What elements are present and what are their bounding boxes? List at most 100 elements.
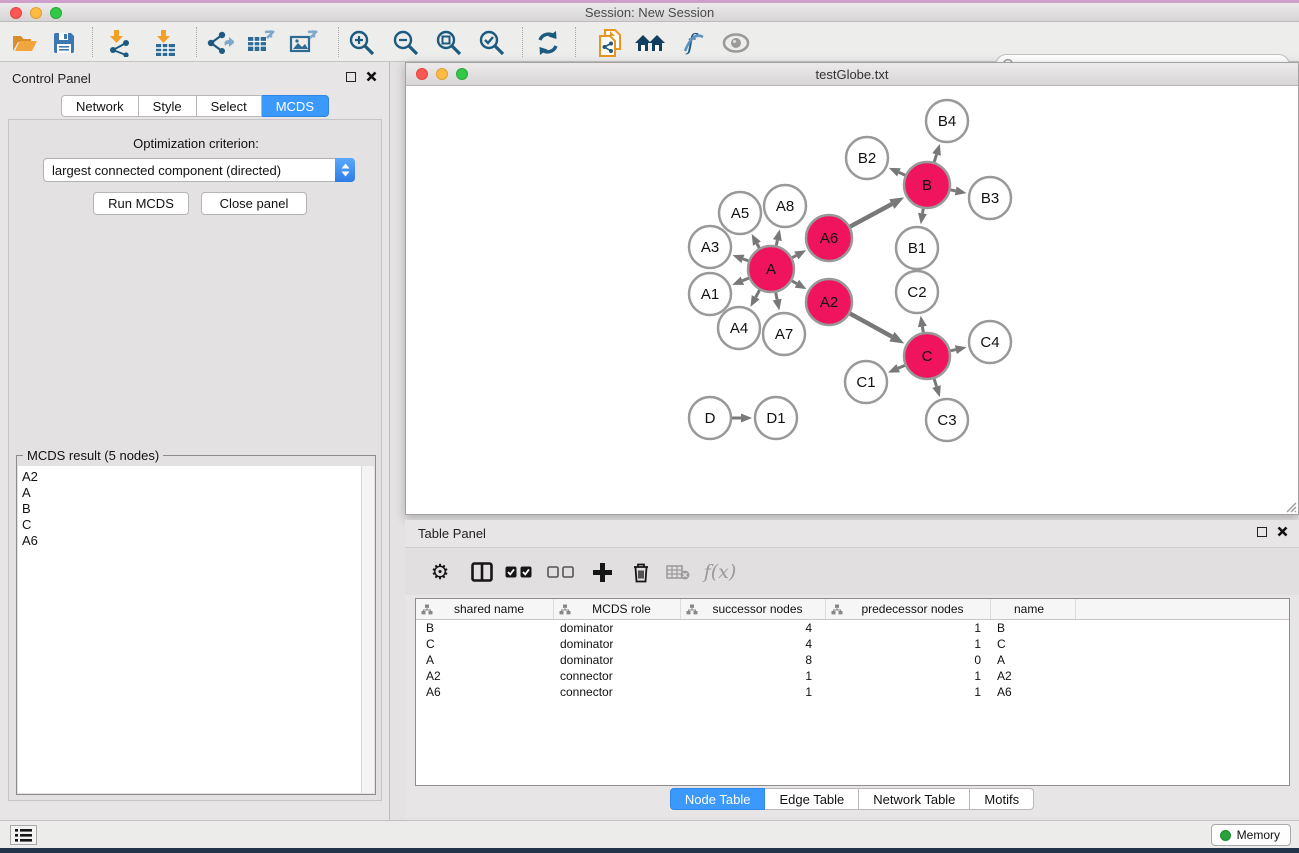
zoom-out-icon[interactable]	[388, 26, 424, 60]
table-cell[interactable]: A6	[416, 685, 554, 699]
table-row[interactable]: Bdominator41B	[416, 620, 1289, 636]
graph-edge[interactable]	[757, 244, 759, 248]
graph-edge[interactable]	[922, 327, 923, 333]
table-cell[interactable]: 8	[681, 653, 826, 667]
graph-edge[interactable]	[850, 204, 892, 227]
column-header[interactable]: predecessor nodes	[826, 599, 991, 619]
mcds-result-list[interactable]: A2ABCA6	[18, 466, 362, 793]
table-cell[interactable]: A2	[416, 669, 554, 683]
table-cell[interactable]: C	[991, 637, 1076, 651]
tab-select[interactable]: Select	[197, 95, 262, 117]
table-cell[interactable]: B	[416, 621, 554, 635]
column-header[interactable]: name	[991, 599, 1076, 619]
node-table[interactable]: shared nameMCDS rolesuccessor nodesprede…	[415, 598, 1290, 786]
graph-edge[interactable]	[934, 154, 936, 162]
memory-button[interactable]: Memory	[1211, 824, 1291, 846]
close-panel-icon[interactable]	[366, 71, 377, 82]
export-table-icon[interactable]	[243, 26, 279, 60]
table-cell[interactable]: 1	[681, 669, 826, 683]
tab-edge-table[interactable]: Edge Table	[765, 788, 859, 810]
home-icon[interactable]	[632, 26, 668, 60]
network-graph[interactable]: B4B2BB3A8A5A6A3B1AC2A1A2A4A7C4CC1DD1C3	[407, 86, 1297, 514]
table-cell[interactable]: C	[416, 637, 554, 651]
table-cell[interactable]: 4	[681, 637, 826, 651]
resize-grip-icon[interactable]	[1283, 499, 1297, 513]
graph-edge[interactable]	[742, 278, 748, 281]
save-session-icon[interactable]	[46, 26, 82, 60]
graph-edge[interactable]	[898, 365, 905, 368]
open-session-icon[interactable]	[7, 26, 43, 60]
graph-edge[interactable]	[776, 240, 777, 245]
app-titlebar[interactable]: Session: New Session	[0, 3, 1299, 22]
tab-motifs[interactable]: Motifs	[970, 788, 1034, 810]
column-header[interactable]: successor nodes	[681, 599, 826, 619]
table-cell[interactable]: 0	[826, 653, 991, 667]
table-cell[interactable]: 1	[681, 685, 826, 699]
graph-edge[interactable]	[743, 259, 748, 261]
table-row[interactable]: Cdominator41C	[416, 636, 1289, 652]
graph-edge[interactable]	[951, 190, 956, 191]
table-cell[interactable]: 1	[826, 669, 991, 683]
float-panel-icon[interactable]	[346, 72, 356, 82]
import-table-icon[interactable]	[148, 26, 184, 60]
result-scrollbar[interactable]	[361, 466, 374, 793]
result-node-item[interactable]: A	[22, 485, 362, 501]
delete-columns-icon[interactable]	[626, 556, 656, 588]
tab-network-table[interactable]: Network Table	[859, 788, 970, 810]
unselect-all-columns-icon[interactable]	[545, 556, 577, 588]
table-cell[interactable]: connector	[554, 669, 681, 683]
run-mcds-button[interactable]: Run MCDS	[93, 192, 189, 215]
tab-style[interactable]: Style	[139, 95, 197, 117]
graph-edge[interactable]	[899, 172, 905, 175]
result-node-item[interactable]: B	[22, 501, 362, 517]
zoom-in-icon[interactable]	[344, 26, 380, 60]
table-cell[interactable]: 1	[826, 621, 991, 635]
result-node-item[interactable]: A6	[22, 533, 362, 549]
tab-node-table[interactable]: Node Table	[670, 788, 766, 810]
graph-edge[interactable]	[850, 314, 892, 337]
table-cell[interactable]: 4	[681, 621, 826, 635]
table-row[interactable]: A2connector11A2	[416, 668, 1289, 684]
birds-eye-view-icon[interactable]	[718, 26, 754, 60]
network-canvas[interactable]: B4B2BB3A8A5A6A3B1AC2A1A2A4A7C4CC1DD1C3	[407, 86, 1297, 514]
select-all-columns-icon[interactable]	[503, 556, 535, 588]
column-header[interactable]: MCDS role	[554, 599, 681, 619]
graph-edge[interactable]	[792, 281, 797, 284]
graph-edge[interactable]	[934, 379, 936, 387]
hide-graphics-details-icon[interactable]: f	[675, 26, 711, 60]
table-cell[interactable]: B	[991, 621, 1076, 635]
import-network-icon[interactable]	[102, 26, 138, 60]
add-column-icon[interactable]	[587, 556, 617, 588]
close-table-panel-icon[interactable]	[1277, 526, 1288, 537]
table-row[interactable]: Adominator80A	[416, 652, 1289, 668]
zoom-selected-icon[interactable]	[474, 26, 510, 60]
criterion-dropdown[interactable]: largest connected component (directed)	[43, 158, 355, 182]
graph-edge[interactable]	[792, 255, 796, 257]
float-table-panel-icon[interactable]	[1257, 527, 1267, 537]
table-cell[interactable]: A	[991, 653, 1076, 667]
refresh-icon[interactable]	[530, 26, 566, 60]
graph-edge[interactable]	[950, 350, 955, 351]
table-body[interactable]: Bdominator41BCdominator41CAdominator80AA…	[416, 620, 1289, 700]
graph-edge[interactable]	[922, 209, 923, 214]
result-node-item[interactable]: C	[22, 517, 362, 533]
graph-edge[interactable]	[756, 290, 760, 297]
show-column-icon[interactable]	[467, 556, 497, 588]
task-history-button[interactable]	[10, 825, 37, 845]
table-cell[interactable]: 1	[826, 685, 991, 699]
graph-edge[interactable]	[776, 293, 777, 300]
tab-network[interactable]: Network	[61, 95, 139, 117]
export-image-icon[interactable]	[286, 26, 322, 60]
table-cell[interactable]: A6	[991, 685, 1076, 699]
table-cell[interactable]: A2	[991, 669, 1076, 683]
tab-mcds[interactable]: MCDS	[262, 95, 329, 117]
table-cell[interactable]: A	[416, 653, 554, 667]
table-cell[interactable]: 1	[826, 637, 991, 651]
table-cell[interactable]: dominator	[554, 653, 681, 667]
table-row[interactable]: A6connector11A6	[416, 684, 1289, 700]
column-header[interactable]: shared name	[416, 599, 554, 619]
result-node-item[interactable]: A2	[22, 469, 362, 485]
export-network-icon[interactable]	[201, 26, 237, 60]
copy-network-view-icon[interactable]	[592, 26, 628, 60]
network-window-titlebar[interactable]: testGlobe.txt	[406, 63, 1298, 86]
